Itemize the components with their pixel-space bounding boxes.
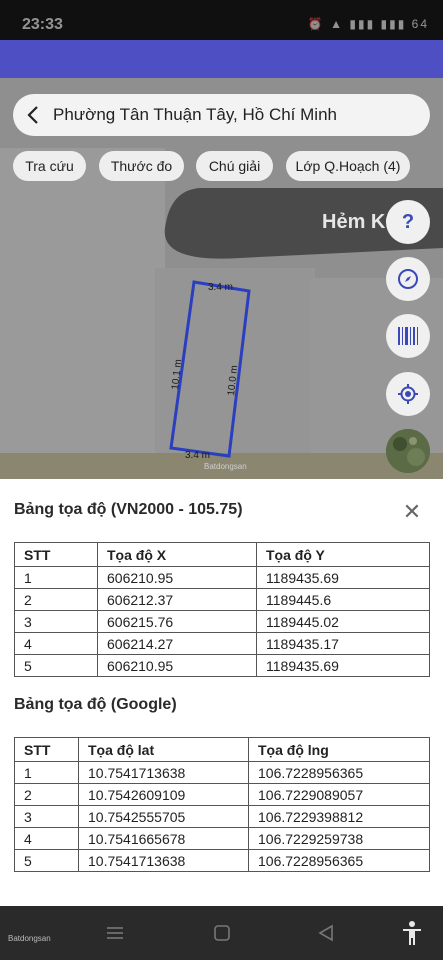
close-button[interactable]: ✕: [400, 499, 424, 524]
back-arrow-icon[interactable]: [13, 94, 53, 136]
table-cell: 1: [14, 761, 79, 784]
compass-button[interactable]: [386, 257, 430, 301]
table-cell: 1189445.02: [256, 610, 430, 633]
table-cell: 1189435.69: [256, 566, 430, 589]
status-icons: ⏰ ▲ ▮▮▮ ▮▮▮ 64: [307, 17, 429, 31]
map-canvas: Hẻm K6/ 3.4 m 10.1 m 10.0 m 3.4 m Batdon…: [0, 78, 443, 479]
table-header-row: STT Tọa độ lat Tọa độ lng: [14, 737, 430, 762]
coordinates-sheet: Bảng tọa độ (VN2000 - 105.75) ✕ STT Tọa …: [0, 479, 443, 906]
table-cell: 4: [14, 632, 98, 655]
table-row: 3 10.7542555705 106.7229398812: [14, 805, 430, 828]
barcode-button[interactable]: [386, 314, 430, 358]
table-cell: 106.7229089057: [248, 783, 430, 806]
google-table: STT Tọa độ lat Tọa độ lng 1 10.7541713638…: [14, 737, 430, 872]
table-cell: 606212.37: [97, 588, 257, 611]
table-row: 5 606210.95 1189435.69: [14, 654, 430, 677]
parcel-edge-top: 3.4 m: [208, 282, 233, 293]
map-watermark: Batdongsan: [204, 462, 247, 471]
table-header: Tọa độ X: [97, 542, 257, 567]
table-cell: 3: [14, 610, 98, 633]
chip-lop-quy-hoach[interactable]: Lớp Q.Hoạch (4): [286, 151, 410, 181]
table-row: 1 606210.95 1189435.69: [14, 566, 430, 589]
table-cell: 10.7541713638: [78, 849, 249, 872]
table-cell: 606214.27: [97, 632, 257, 655]
table-header: Tọa độ lat: [78, 737, 249, 762]
table-cell: 1189445.6: [256, 588, 430, 611]
accessibility-icon[interactable]: [401, 920, 423, 946]
table-cell: 5: [14, 849, 79, 872]
table-cell: 106.7229259738: [248, 827, 430, 850]
back-nav-icon[interactable]: [318, 924, 334, 942]
chip-chu-giai[interactable]: Chú giải: [196, 151, 273, 181]
table-header: Tọa độ Y: [256, 542, 430, 567]
location-icon: [398, 384, 418, 404]
app-bar: [0, 40, 443, 78]
satellite-icon: [386, 429, 430, 473]
table-cell: 606210.95: [97, 566, 257, 589]
table-cell: 1: [14, 566, 98, 589]
compass-icon: [398, 269, 418, 289]
satellite-layer-button[interactable]: [386, 429, 430, 473]
table-cell: 106.7228956365: [248, 761, 430, 784]
vn2000-table: STT Tọa độ X Tọa độ Y 1 606210.95 1189435.…: [14, 542, 430, 677]
table-row: 3 606215.76 1189445.02: [14, 610, 430, 633]
table-cell: 10.7542609109: [78, 783, 249, 806]
table-header: STT: [14, 542, 98, 567]
table-row: 2 606212.37 1189445.6: [14, 588, 430, 611]
table-cell: 1189435.69: [256, 654, 430, 677]
map-view[interactable]: Hẻm K6/ 3.4 m 10.1 m 10.0 m 3.4 m Batdon…: [0, 78, 443, 479]
table-header-row: STT Tọa độ X Tọa độ Y: [14, 542, 430, 567]
table-cell: 5: [14, 654, 98, 677]
table-row: 1 10.7541713638 106.7228956365: [14, 761, 430, 784]
nav-logo: Batdongsan: [8, 934, 51, 943]
google-title: Bảng tọa độ (Google): [14, 696, 177, 713]
status-bar: 23:33 ⏰ ▲ ▮▮▮ ▮▮▮ 64: [0, 0, 443, 40]
table-cell: 2: [14, 783, 79, 806]
table-row: 4 10.7541665678 106.7229259738: [14, 827, 430, 850]
table-cell: 10.7542555705: [78, 805, 249, 828]
table-cell: 10.7541713638: [78, 761, 249, 784]
table-cell: 606215.76: [97, 610, 257, 633]
search-location-text: Phường Tân Thuận Tây, Hồ Chí Minh: [53, 105, 337, 124]
vn2000-title: Bảng tọa độ (VN2000 - 105.75): [14, 501, 243, 518]
table-cell: 106.7228956365: [248, 849, 430, 872]
system-nav-bar: Batdongsan: [0, 906, 443, 960]
home-icon[interactable]: [213, 924, 231, 942]
table-cell: 10.7541665678: [78, 827, 249, 850]
table-row: 4 606214.27 1189435.17: [14, 632, 430, 655]
table-cell: 606210.95: [97, 654, 257, 677]
close-icon: ✕: [402, 499, 422, 524]
table-cell: 106.7229398812: [248, 805, 430, 828]
barcode-icon: [398, 327, 418, 345]
help-button[interactable]: ?: [386, 200, 430, 244]
table-cell: 4: [14, 827, 79, 850]
status-time: 23:33: [22, 16, 63, 33]
search-bar[interactable]: Phường Tân Thuận Tây, Hồ Chí Minh: [13, 94, 430, 136]
table-cell: 1189435.17: [256, 632, 430, 655]
table-cell: 3: [14, 805, 79, 828]
table-row: 2 10.7542609109 106.7229089057: [14, 783, 430, 806]
chip-thuoc-do[interactable]: Thước đo: [99, 151, 184, 181]
table-row: 5 10.7541713638 106.7228956365: [14, 849, 430, 872]
table-cell: 2: [14, 588, 98, 611]
table-header: Tọa độ lng: [248, 737, 430, 762]
table-header: STT: [14, 737, 79, 762]
parcel-edge-bottom: 3.4 m: [185, 450, 210, 461]
help-icon: ?: [401, 210, 415, 233]
menu-icon[interactable]: [106, 926, 124, 940]
chip-tra-cuu[interactable]: Tra cứu: [13, 151, 86, 181]
my-location-button[interactable]: [386, 372, 430, 416]
